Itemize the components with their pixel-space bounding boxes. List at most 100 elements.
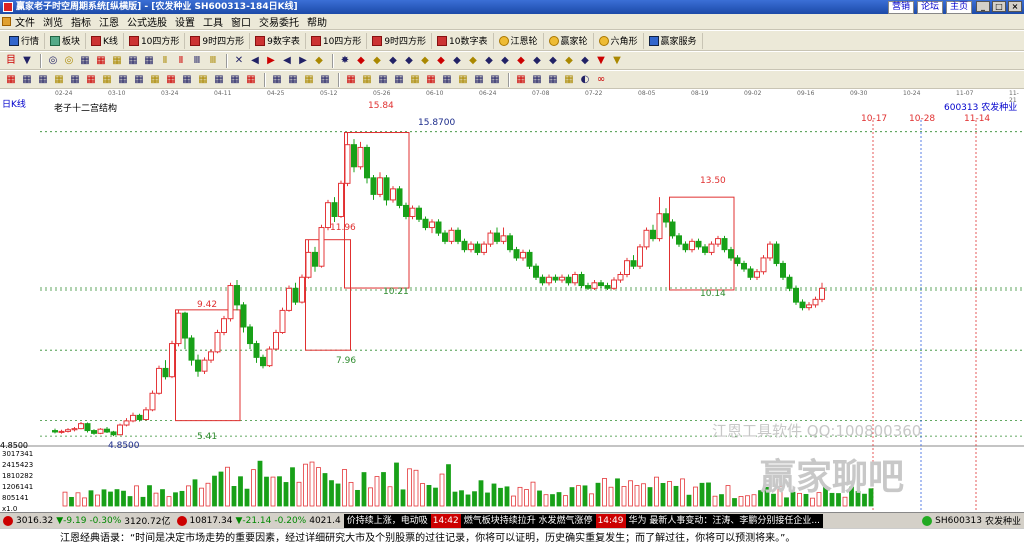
indicator-tool-icon-8[interactable]: ▦ [132, 73, 146, 87]
toolbar-square-1[interactable]: 10四方形 [124, 32, 186, 49]
toolbar-winner-wheel[interactable]: 赢家轮 [544, 32, 594, 49]
indicator-tool-icon-18[interactable]: ▦ [302, 73, 316, 87]
indicator-tool-icon-23[interactable]: ▦ [392, 73, 406, 87]
link-home[interactable]: 主页 [945, 1, 972, 14]
menu-indicators[interactable]: 指标 [67, 14, 95, 29]
indicator-tool-icon-22[interactable]: ▦ [376, 73, 390, 87]
draw-tool-icon-27[interactable]: ◆ [466, 54, 480, 68]
draw-tool-icon-10[interactable]: Ⅱ [174, 54, 188, 68]
draw-tool-icon-20[interactable]: ◆ [354, 54, 368, 68]
indicator-tool-icon-24[interactable]: ▦ [408, 73, 422, 87]
link-forum[interactable]: 论坛 [916, 1, 943, 14]
minimize-button[interactable]: _ [976, 1, 990, 12]
news-item-1[interactable]: 燃气板块持续拉升 水发燃气涨停 [464, 514, 593, 528]
draw-tool-icon-17[interactable]: ▶ [296, 54, 310, 68]
indicator-tool-icon-30[interactable]: ▦ [514, 73, 528, 87]
draw-tool-icon-29[interactable]: ◆ [498, 54, 512, 68]
toolbar-square-3[interactable]: 10四方形 [306, 32, 368, 49]
draw-tool-icon-1[interactable]: ▼ [20, 54, 34, 68]
draw-tool-icon-11[interactable]: Ⅲ [190, 54, 204, 68]
indicator-tool-icon-29[interactable]: ▦ [488, 73, 502, 87]
sh-index[interactable]: 3016.32 ▼-9.19 -0.30% 3120.72亿 [0, 514, 174, 527]
menu-gann[interactable]: 江恩 [95, 14, 123, 29]
indicator-tool-icon-10[interactable]: ▦ [164, 73, 178, 87]
menu-window[interactable]: 窗口 [227, 14, 255, 29]
indicator-tool-icon-28[interactable]: ▦ [472, 73, 486, 87]
toolbar-quotes[interactable]: 行情 [4, 32, 46, 49]
menu-formula-screener[interactable]: 公式选股 [123, 14, 171, 29]
draw-tool-icon-3[interactable]: ◎ [62, 54, 76, 68]
indicator-tool-icon-4[interactable]: ▦ [68, 73, 82, 87]
menu-trade[interactable]: 交易委托 [255, 14, 303, 29]
draw-tool-icon-12[interactable]: Ⅲ [206, 54, 220, 68]
indicator-tool-icon-33[interactable]: ▦ [562, 73, 576, 87]
draw-tool-icon-24[interactable]: ◆ [418, 54, 432, 68]
indicator-tool-icon-27[interactable]: ▦ [456, 73, 470, 87]
indicator-tool-icon-12[interactable]: ▦ [196, 73, 210, 87]
toolbar-kline[interactable]: K线 [86, 32, 124, 49]
indicator-tool-icon-5[interactable]: ▦ [84, 73, 98, 87]
draw-tool-icon-4[interactable]: ▦ [78, 54, 92, 68]
menu-help[interactable]: 帮助 [303, 14, 331, 29]
draw-tool-icon-28[interactable]: ◆ [482, 54, 496, 68]
news-item-0[interactable]: 价持续上涨，电动吸 [347, 514, 428, 528]
indicator-tool-icon-7[interactable]: ▦ [116, 73, 130, 87]
indicator-tool-icon-1[interactable]: ▦ [20, 73, 34, 87]
indicator-tool-icon-11[interactable]: ▦ [180, 73, 194, 87]
draw-tool-icon-36[interactable]: ▼ [610, 54, 624, 68]
indicator-tool-icon-6[interactable]: ▦ [100, 73, 114, 87]
indicator-tool-icon-31[interactable]: ▦ [530, 73, 544, 87]
draw-tool-icon-33[interactable]: ◆ [562, 54, 576, 68]
draw-tool-icon-21[interactable]: ◆ [370, 54, 384, 68]
menu-settings[interactable]: 设置 [171, 14, 199, 29]
close-button[interactable]: × [1008, 1, 1022, 12]
draw-tool-icon-25[interactable]: ◆ [434, 54, 448, 68]
draw-tool-icon-26[interactable]: ◆ [450, 54, 464, 68]
draw-tool-icon-14[interactable]: ◀ [248, 54, 262, 68]
indicator-tool-icon-21[interactable]: ▦ [360, 73, 374, 87]
indicator-tool-icon-14[interactable]: ▦ [228, 73, 242, 87]
toolbar-square-4[interactable]: 9时四方形 [367, 32, 433, 49]
draw-tool-icon-18[interactable]: ◆ [312, 54, 326, 68]
draw-tool-icon-13[interactable]: ✕ [232, 54, 246, 68]
toolbar-hexagon[interactable]: 六角形 [594, 32, 644, 49]
draw-tool-icon-15[interactable]: ▶ [264, 54, 278, 68]
current-symbol[interactable]: SH600313 农发种业 [919, 514, 1024, 527]
indicator-tool-icon-9[interactable]: ▦ [148, 73, 162, 87]
draw-tool-icon-35[interactable]: ▼ [594, 54, 608, 68]
indicator-tool-icon-25[interactable]: ▦ [424, 73, 438, 87]
indicator-tool-icon-15[interactable]: ▦ [244, 73, 258, 87]
menu-file[interactable]: 文件 [11, 14, 39, 29]
draw-tool-icon-32[interactable]: ◆ [546, 54, 560, 68]
indicator-tool-icon-17[interactable]: ▦ [286, 73, 300, 87]
indicator-tool-icon-34[interactable]: ◐ [578, 73, 592, 87]
indicator-tool-icon-20[interactable]: ▦ [344, 73, 358, 87]
draw-tool-icon-5[interactable]: ▦ [94, 54, 108, 68]
draw-tool-icon-6[interactable]: ▦ [110, 54, 124, 68]
draw-tool-icon-23[interactable]: ◆ [402, 54, 416, 68]
toolbar-gann-wheel[interactable]: 江恩轮 [494, 32, 544, 49]
indicator-tool-icon-0[interactable]: ▦ [4, 73, 18, 87]
draw-tool-icon-31[interactable]: ◆ [530, 54, 544, 68]
sz-index[interactable]: 10817.34 ▼-21.14 -0.20% 4021.4 [174, 515, 344, 526]
toolbar-number-table-1[interactable]: 9数字表 [250, 32, 306, 49]
chart-area[interactable]: 10-17 10-28 11-14 15.84 15.8700 13.50 11.96 9.4… [0, 98, 1024, 513]
news-item-2[interactable]: 华为 最新人事变动：汪涛、李鹏分别接任企业... [629, 514, 820, 528]
draw-tool-icon-0[interactable]: 目 [4, 54, 18, 68]
indicator-tool-icon-13[interactable]: ▦ [212, 73, 226, 87]
menu-tools[interactable]: 工具 [199, 14, 227, 29]
link-marketing[interactable]: 营销 [887, 1, 914, 14]
indicator-tool-icon-19[interactable]: ▦ [318, 73, 332, 87]
draw-tool-icon-34[interactable]: ◆ [578, 54, 592, 68]
toolbar-sectors[interactable]: 板块 [45, 32, 87, 49]
indicator-tool-icon-2[interactable]: ▦ [36, 73, 50, 87]
toolbar-number-table-2[interactable]: 10数字表 [432, 32, 494, 49]
indicator-tool-icon-26[interactable]: ▦ [440, 73, 454, 87]
news-ticker[interactable]: 价持续上涨，电动吸 14:42 燃气板块持续拉升 水发燃气涨停 14:49 华为… [343, 513, 823, 528]
menu-browse[interactable]: 浏览 [39, 14, 67, 29]
draw-tool-icon-30[interactable]: ◆ [514, 54, 528, 68]
draw-tool-icon-19[interactable]: ✸ [338, 54, 352, 68]
indicator-tool-icon-3[interactable]: ▦ [52, 73, 66, 87]
indicator-tool-icon-16[interactable]: ▦ [270, 73, 284, 87]
draw-tool-icon-16[interactable]: ◀ [280, 54, 294, 68]
